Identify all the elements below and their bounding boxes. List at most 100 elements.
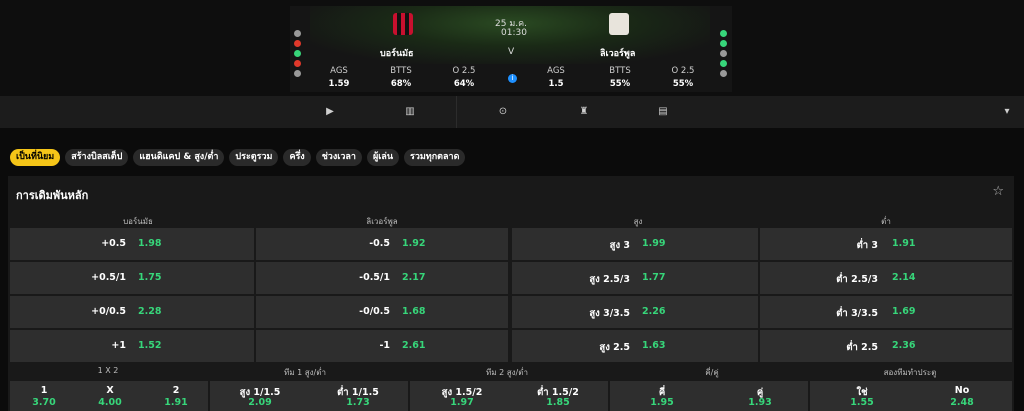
line-label: สูง 2.5 <box>599 342 630 353</box>
bottom-market-group: 1 3.70 X 4.00 2 1.91 <box>10 381 208 411</box>
stats-icon[interactable]: ▥ <box>404 106 416 118</box>
selection-odds[interactable]: 1.97 <box>432 397 492 408</box>
col-header-under: ต่ำ <box>881 217 891 226</box>
chip-half[interactable]: ครึ่ง <box>283 149 311 166</box>
selection-odds[interactable]: 2.48 <box>932 397 992 408</box>
sub-header-team1-ou: ทีม 1 สูง/ต่ำ <box>284 368 326 377</box>
panel-title: การเดิมพันหลัก <box>16 189 89 202</box>
selection-odds[interactable]: 1.73 <box>328 397 388 408</box>
chip-total-goals[interactable]: ประตูรวม <box>229 149 279 166</box>
home-handicap-cell[interactable]: +0.5 1.98 <box>10 228 254 260</box>
over-cell[interactable]: สูง 2.5 1.63 <box>512 330 758 362</box>
match-nav-bar: ▶ ▥ ⊙ ♜ ▤ ▾ <box>0 96 1024 128</box>
bottom-market-group: สูง 1/1.5 2.09 ต่ำ 1/1.5 1.73 <box>210 381 408 411</box>
main-markets-panel: การเดิมพันหลัก ☆ บอร์นมัธ ลิเวอร์พูล สูง… <box>8 176 1014 411</box>
selection-odds[interactable]: 3.70 <box>14 397 74 408</box>
selection-odds[interactable]: 1.93 <box>730 397 790 408</box>
selection-odds[interactable]: 2.09 <box>230 397 290 408</box>
away-stat-ags: AGS 1.5 <box>547 66 565 89</box>
chevron-down-icon[interactable]: ▾ <box>1001 106 1013 118</box>
over-cell[interactable]: สูง 3/3.5 2.26 <box>512 296 758 328</box>
line-label: -1 <box>379 340 390 351</box>
col-header-away: ลิเวอร์พูล <box>366 217 398 226</box>
under-cell[interactable]: ต่ำ 3/3.5 1.69 <box>760 296 1012 328</box>
bottom-market-group: ใช่ 1.55 No 2.48 <box>810 381 1012 411</box>
line-label: -0.5/1 <box>359 272 390 283</box>
scoreboard-icon[interactable]: ▤ <box>657 106 669 118</box>
odds-value: 1.52 <box>138 340 162 351</box>
selection-label[interactable]: X <box>80 385 140 396</box>
under-cell[interactable]: ต่ำ 2.5 2.36 <box>760 330 1012 362</box>
odds-value: 1.68 <box>402 306 426 317</box>
selection-label[interactable]: No <box>932 385 992 396</box>
play-icon[interactable]: ▶ <box>324 106 336 118</box>
away-form <box>719 30 729 80</box>
odds-value: 2.61 <box>402 340 426 351</box>
match-time: 01:30 <box>501 28 527 38</box>
odds-value: 1.69 <box>892 306 916 317</box>
away-handicap-cell[interactable]: -0.5/1 2.17 <box>256 262 508 294</box>
selection-odds[interactable]: 1.91 <box>146 397 206 408</box>
away-team-name[interactable]: ลิเวอร์พูล <box>600 46 635 60</box>
line-label: +1 <box>111 340 126 351</box>
home-stat-btts: BTTS 68% <box>390 66 412 89</box>
over-cell[interactable]: สูง 2.5/3 1.77 <box>512 262 758 294</box>
away-stat-btts: BTTS 55% <box>609 66 631 89</box>
selection-label[interactable]: 1 <box>14 385 74 396</box>
odds-value: 2.14 <box>892 272 916 283</box>
odds-value: 1.92 <box>402 238 426 249</box>
line-label: +0.5/1 <box>91 272 126 283</box>
home-handicap-cell[interactable]: +1 1.52 <box>10 330 254 362</box>
home-stat-ags: AGS 1.59 <box>328 66 350 89</box>
vs-label: V <box>508 47 515 57</box>
line-label: ต่ำ 3 <box>856 240 878 251</box>
away-handicap-cell[interactable]: -1 2.61 <box>256 330 508 362</box>
star-icon[interactable]: ☆ <box>992 184 1004 199</box>
form-dot <box>720 30 727 37</box>
line-label: สูง 3 <box>609 240 630 251</box>
home-kit-icon <box>393 13 413 35</box>
form-dot <box>294 30 301 37</box>
odds-value: 1.63 <box>642 340 666 351</box>
selection-odds[interactable]: 1.55 <box>832 397 892 408</box>
chip-time[interactable]: ช่วงเวลา <box>315 149 362 166</box>
home-handicap-cell[interactable]: +0.5/1 1.75 <box>10 262 254 294</box>
chip-popular[interactable]: เป็นที่นิยม <box>10 149 61 166</box>
odds-value: 2.26 <box>642 306 666 317</box>
home-handicap-cell[interactable]: +0/0.5 2.28 <box>10 296 254 328</box>
line-label: สูง 2.5/3 <box>589 274 630 285</box>
form-dot <box>720 60 727 67</box>
nav-divider <box>456 96 457 128</box>
odds-value: 1.75 <box>138 272 162 283</box>
form-dot <box>294 70 301 77</box>
chip-handicap-ou[interactable]: แฮนดิแคป & สูง/ต่ำ <box>133 149 225 166</box>
line-label: ต่ำ 3/3.5 <box>836 308 878 319</box>
odds-value: 1.91 <box>892 238 916 249</box>
form-dot <box>294 60 301 67</box>
col-header-over: สูง <box>633 217 643 226</box>
selection-label[interactable]: 2 <box>146 385 206 396</box>
sub-header-btts: สองทีมทำประตู <box>883 368 937 377</box>
line-label: +0.5 <box>101 238 126 249</box>
under-cell[interactable]: ต่ำ 3 1.91 <box>760 228 1012 260</box>
shirt-icon[interactable]: ♜ <box>578 106 590 118</box>
form-dot <box>294 50 301 57</box>
home-stat-o25: O 2.5 64% <box>452 66 476 89</box>
selection-odds[interactable]: 1.85 <box>528 397 588 408</box>
info-icon[interactable]: i <box>508 74 517 83</box>
vs-icon[interactable]: ⊙ <box>497 106 509 118</box>
sub-header-1x2: 1 X 2 <box>97 366 119 375</box>
away-handicap-cell[interactable]: -0/0.5 1.68 <box>256 296 508 328</box>
chip-players[interactable]: ผู้เล่น <box>366 149 399 166</box>
chip-bet-builder[interactable]: สร้างบิลสเต็ป <box>65 149 129 166</box>
line-label: ต่ำ 2.5/3 <box>836 274 878 285</box>
over-cell[interactable]: สูง 3 1.99 <box>512 228 758 260</box>
bottom-market-group: สูง 1.5/2 1.97 ต่ำ 1.5/2 1.85 <box>410 381 608 411</box>
home-team-name[interactable]: บอร์นมัธ <box>380 46 414 60</box>
selection-odds[interactable]: 4.00 <box>80 397 140 408</box>
line-label: -0/0.5 <box>359 306 390 317</box>
under-cell[interactable]: ต่ำ 2.5/3 2.14 <box>760 262 1012 294</box>
chip-all-markets[interactable]: รวมทุกตลาด <box>403 149 466 166</box>
selection-odds[interactable]: 1.95 <box>632 397 692 408</box>
away-handicap-cell[interactable]: -0.5 1.92 <box>256 228 508 260</box>
